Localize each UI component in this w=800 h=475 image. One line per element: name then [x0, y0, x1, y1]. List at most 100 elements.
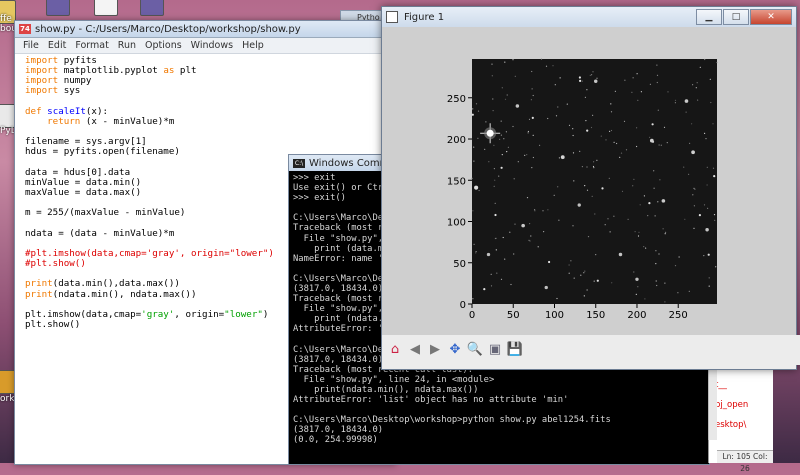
faint-star: [504, 258, 506, 260]
faint-star: [531, 116, 534, 119]
forward-icon[interactable]: ▶: [426, 341, 444, 359]
faint-star: [683, 166, 685, 168]
desktop-icon-6[interactable]: [140, 0, 164, 16]
faint-star: [572, 152, 575, 154]
faint-star: [585, 120, 587, 122]
faint-star: [514, 223, 516, 225]
editor-titlebar[interactable]: 74 show.py - C:/Users/Marco/Desktop/work…: [15, 21, 395, 38]
faint-star: [706, 184, 708, 186]
faint-star: [494, 202, 496, 204]
faint-star: [693, 205, 695, 207]
maximize-button[interactable]: □: [723, 9, 749, 25]
faint-star: [579, 79, 582, 82]
x-tick-label: 200: [627, 310, 646, 321]
faint-star: [649, 83, 651, 85]
faint-star: [639, 204, 641, 206]
star: [593, 79, 598, 84]
faint-star: [510, 283, 512, 286]
save-icon[interactable]: 💾: [506, 341, 524, 359]
menu-file[interactable]: File: [23, 40, 39, 51]
home-icon[interactable]: ⌂: [386, 341, 404, 359]
faint-star: [592, 71, 594, 73]
faint-star: [674, 99, 677, 101]
plot-svg: 0 50 100 150 200 250 0 50 100 150 200 250: [447, 58, 718, 321]
faint-star: [548, 260, 551, 264]
faint-star: [708, 285, 710, 287]
faint-star: [637, 99, 639, 101]
faint-star: [501, 87, 503, 89]
menu-format[interactable]: Format: [75, 40, 108, 51]
faint-star: [704, 132, 706, 134]
faint-star: [532, 94, 534, 97]
faint-star: [539, 144, 541, 146]
faint-star: [586, 129, 589, 132]
faint-star: [666, 142, 668, 144]
faint-star: [583, 272, 585, 274]
plot-canvas[interactable]: 0 50 100 150 200 250 0 50 100 150 200 250: [382, 27, 796, 335]
faint-star: [698, 214, 701, 217]
menu-options[interactable]: Options: [145, 40, 182, 51]
faint-star: [693, 187, 695, 189]
faint-star: [636, 145, 638, 148]
faint-star: [471, 177, 473, 179]
faint-star: [568, 272, 570, 274]
faint-star: [610, 129, 613, 132]
faint-star: [537, 246, 539, 248]
faint-star: [688, 173, 690, 175]
menu-windows[interactable]: Windows: [191, 40, 233, 51]
faint-star: [524, 154, 526, 156]
faint-star: [656, 284, 658, 287]
fragment-text: bj_open: [715, 400, 749, 410]
faint-star: [592, 114, 594, 116]
faint-star: [616, 142, 618, 145]
back-icon[interactable]: ◀: [406, 341, 424, 359]
faint-star: [637, 235, 640, 237]
faint-star: [633, 271, 635, 273]
faint-star: [531, 70, 533, 73]
faint-star: [527, 130, 529, 133]
faint-star: [526, 154, 528, 156]
star: [560, 155, 565, 160]
faint-star: [604, 224, 606, 226]
faint-star: [709, 78, 711, 80]
faint-star: [596, 279, 599, 282]
vertical-scrollbar[interactable]: [708, 370, 717, 440]
faint-star: [613, 215, 615, 217]
faint-star: [678, 256, 680, 258]
desktop-icon-label: ffe: [0, 14, 12, 24]
faint-star: [477, 110, 480, 112]
editor-menubar: File Edit Format Run Options Windows Hel…: [15, 38, 395, 54]
faint-star: [625, 149, 628, 151]
faint-star: [528, 239, 530, 241]
faint-star: [485, 121, 487, 123]
faint-star: [492, 98, 494, 100]
faint-star: [657, 109, 659, 111]
faint-star: [674, 265, 677, 267]
desktop-icon-5[interactable]: [94, 0, 118, 16]
desktop-icon-4[interactable]: [46, 0, 70, 16]
faint-star: [572, 134, 574, 137]
menu-run[interactable]: Run: [118, 40, 136, 51]
faint-star: [704, 58, 706, 61]
subplots-icon[interactable]: ▣: [486, 341, 504, 359]
figure-titlebar[interactable]: Figure 1 ▁ □ ✕: [382, 7, 796, 27]
star: [486, 252, 491, 257]
zoom-icon[interactable]: 🔍: [466, 341, 484, 359]
close-button[interactable]: ✕: [750, 9, 792, 25]
star: [635, 277, 639, 281]
pan-icon[interactable]: ✥: [446, 341, 464, 359]
minimize-button[interactable]: ▁: [696, 9, 722, 25]
faint-star: [656, 81, 658, 84]
faint-star: [636, 127, 638, 129]
menu-help[interactable]: Help: [242, 40, 264, 51]
cmd-icon: C:\: [293, 158, 305, 168]
faint-star: [584, 96, 586, 98]
faint-star: [584, 185, 586, 187]
menu-edit[interactable]: Edit: [48, 40, 66, 51]
faint-star: [705, 138, 707, 140]
faint-star: [635, 293, 637, 295]
faint-star: [694, 188, 696, 190]
faint-star: [596, 77, 598, 79]
faint-star: [568, 264, 570, 266]
faint-star: [500, 120, 502, 122]
